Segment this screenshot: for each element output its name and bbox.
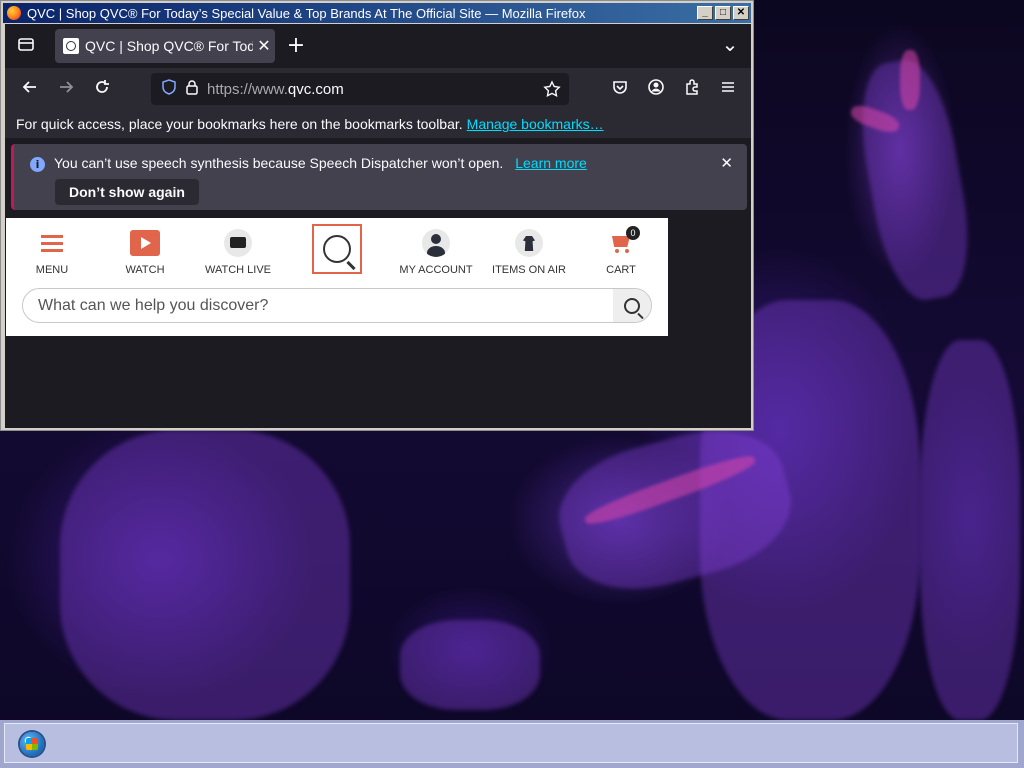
- url-prefix: https://www.: [207, 80, 288, 98]
- search-icon: [624, 297, 640, 314]
- nav-items-on-air-label: ITEMS ON AIR: [492, 264, 566, 276]
- firefox-window: QVC | Shop QVC® For Today’s Special Valu…: [0, 0, 754, 431]
- manage-bookmarks-link[interactable]: Manage bookmarks…: [467, 116, 604, 132]
- info-icon: i: [30, 157, 45, 172]
- lock-icon[interactable]: [185, 79, 199, 99]
- bookmarks-toolbar: For quick access, place your bookmarks h…: [5, 110, 751, 138]
- qvc-header: MENU WATCH WATCH LIVE MY ACCOUNT ITEMS O…: [6, 218, 668, 336]
- app-menu-icon[interactable]: [717, 78, 739, 101]
- tab-title: QVC | Shop QVC® For Today’s Special Valu…: [85, 38, 253, 54]
- tab-qvc[interactable]: QVC | Shop QVC® For Today’s Special Valu…: [55, 29, 275, 63]
- tv-icon: [224, 229, 252, 257]
- firefox-logo-icon: [7, 6, 21, 20]
- browser-body: QVC | Shop QVC® For Today’s Special Valu…: [5, 24, 751, 428]
- cart-count-badge: 0: [626, 226, 640, 240]
- list-all-tabs-button[interactable]: ⌄: [719, 32, 741, 56]
- nav-watch-live-label: WATCH LIVE: [204, 264, 271, 276]
- site-search[interactable]: What can we help you discover?: [22, 288, 652, 323]
- window-titlebar[interactable]: QVC | Shop QVC® For Today’s Special Valu…: [3, 3, 751, 23]
- dress-icon: [515, 229, 543, 257]
- url-host: qvc.com: [287, 80, 344, 98]
- maximize-button[interactable]: □: [715, 6, 731, 20]
- page-content: MENU WATCH WATCH LIVE MY ACCOUNT ITEMS O…: [5, 218, 751, 428]
- bookmarks-hint-text: For quick access, place your bookmarks h…: [16, 116, 463, 132]
- nav-watch-live[interactable]: WATCH LIVE: [193, 226, 283, 276]
- cart-icon: 0: [609, 226, 640, 253]
- account-icon[interactable]: [645, 78, 667, 101]
- taskbar: [0, 720, 1024, 768]
- search-input[interactable]: What can we help you discover?: [23, 297, 613, 315]
- start-button-icon[interactable]: [20, 732, 44, 756]
- user-icon: [422, 229, 450, 257]
- pocket-icon[interactable]: [609, 78, 631, 101]
- tab-close-icon[interactable]: ✕: [253, 36, 275, 56]
- firefox-view-icon[interactable]: [15, 35, 37, 58]
- nav-items-on-air[interactable]: ITEMS ON AIR: [484, 226, 574, 276]
- nav-cart[interactable]: 0 CART: [576, 226, 666, 276]
- bookmark-star-icon[interactable]: [543, 80, 561, 102]
- extensions-icon[interactable]: [681, 78, 703, 101]
- close-window-button[interactable]: ✕: [733, 6, 749, 20]
- reload-button[interactable]: [91, 78, 113, 101]
- minimize-button[interactable]: _: [697, 6, 713, 20]
- qvc-logo[interactable]: [312, 224, 362, 274]
- new-tab-button[interactable]: +: [285, 33, 307, 58]
- watch-play-icon: [130, 230, 160, 256]
- window-title: QVC | Shop QVC® For Today’s Special Valu…: [27, 5, 586, 21]
- back-button[interactable]: [19, 78, 41, 101]
- nav-menu[interactable]: MENU: [7, 226, 97, 276]
- dont-show-again-button[interactable]: Don’t show again: [55, 179, 199, 205]
- speech-notification-bar: i You can’t use speech synthesis because…: [11, 144, 747, 210]
- qvc-q-logo-icon: [323, 235, 351, 263]
- hamburger-menu-icon: [41, 231, 63, 256]
- notification-message: You can’t use speech synthesis because S…: [54, 155, 504, 171]
- nav-cart-label: CART: [606, 264, 636, 276]
- nav-watch[interactable]: WATCH: [100, 226, 190, 276]
- tracking-protection-shield-icon[interactable]: [161, 79, 177, 99]
- url-bar[interactable]: https://www. qvc.com: [151, 73, 569, 105]
- nav-menu-label: MENU: [35, 264, 69, 276]
- nav-my-account[interactable]: MY ACCOUNT: [391, 226, 481, 276]
- notification-close-icon[interactable]: ✕: [720, 154, 733, 172]
- learn-more-link[interactable]: Learn more: [515, 155, 587, 171]
- navigation-toolbar: https://www. qvc.com: [5, 68, 751, 110]
- qvc-favicon-icon: [63, 38, 79, 54]
- search-button[interactable]: [613, 289, 651, 322]
- nav-watch-label: WATCH: [125, 264, 165, 276]
- nav-my-account-label: MY ACCOUNT: [399, 264, 473, 276]
- tab-strip: QVC | Shop QVC® For Today’s Special Valu…: [5, 24, 751, 68]
- forward-button[interactable]: [55, 78, 77, 101]
